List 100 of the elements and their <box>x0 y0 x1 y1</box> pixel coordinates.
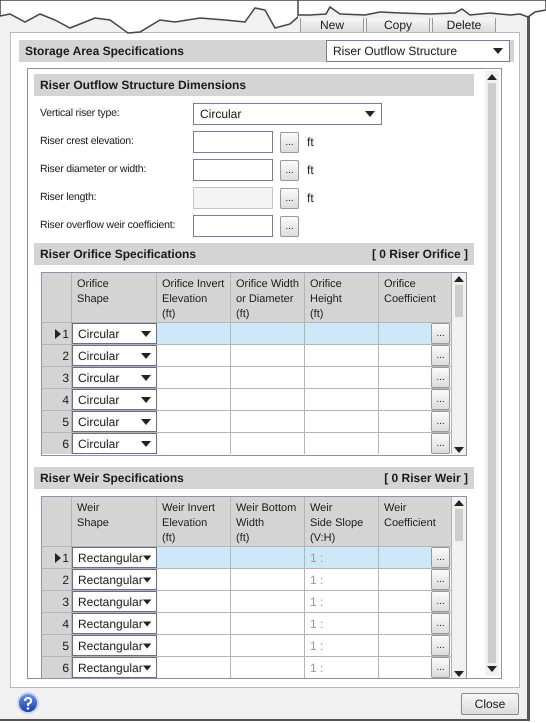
section-title: Riser Weir Specifications <box>40 470 184 487</box>
scrollbar[interactable] <box>452 273 466 455</box>
row-number: 5 <box>62 638 69 654</box>
caret-icon <box>141 440 151 446</box>
scroll-thumb[interactable] <box>455 285 463 317</box>
slope-text: 1 : <box>310 616 324 632</box>
ellipsis-button[interactable]: ... <box>431 367 450 388</box>
ellipsis-button[interactable]: ... <box>431 547 450 568</box>
caret-icon <box>365 111 375 117</box>
slope-text: 1 : <box>310 550 324 566</box>
scroll-up-icon[interactable] <box>454 499 464 507</box>
shape-select[interactable]: Rectangular <box>72 613 157 634</box>
slope-text: 1 : <box>310 572 324 588</box>
input-field[interactable] <box>193 159 273 181</box>
panel-title: Storage Area Specifications <box>25 43 184 60</box>
shape-select[interactable]: Circular <box>72 323 157 344</box>
ellipsis-button[interactable]: ... <box>431 613 450 634</box>
column-header: Weir Side Slope (V:H) <box>305 497 379 546</box>
row-number: 3 <box>62 370 69 386</box>
caret-icon <box>493 48 503 54</box>
row-number: 4 <box>62 392 69 408</box>
ellipsis-button[interactable]: ... <box>280 160 299 180</box>
ellipsis-button[interactable]: ... <box>431 433 450 454</box>
ellipsis-button[interactable]: ... <box>280 132 299 152</box>
unit-label: ft <box>307 134 314 151</box>
ellipsis-button[interactable]: ... <box>431 345 450 366</box>
column-header: Weir Bottom Width (ft) <box>231 497 305 546</box>
caret-icon <box>142 554 151 560</box>
slope-text: 1 : <box>310 594 324 610</box>
row-number: 3 <box>62 594 69 610</box>
input-field[interactable] <box>193 215 273 237</box>
unit-label: ft <box>307 162 314 179</box>
select-value: Rectangular <box>78 616 143 632</box>
shape-select[interactable]: Circular <box>72 367 157 388</box>
table-cell[interactable] <box>305 323 379 344</box>
caret-icon <box>142 620 151 626</box>
table-cell[interactable] <box>157 547 231 568</box>
table-cell[interactable] <box>157 323 231 344</box>
scroll-down-icon[interactable] <box>454 670 464 678</box>
shape-select[interactable]: Rectangular <box>72 591 157 612</box>
scroll-thumb[interactable] <box>488 83 496 663</box>
select-value: Circular <box>200 106 242 123</box>
record-count: [ 0 Riser Weir ] <box>384 470 468 487</box>
scroll-down-icon[interactable] <box>487 665 497 673</box>
toolbar-button[interactable]: Delete <box>432 18 496 33</box>
column-header: Weir Invert Elevation (ft) <box>157 497 231 546</box>
column-header: Orifice Width or Diameter (ft) <box>231 273 305 322</box>
unit-label: ft <box>307 190 314 207</box>
ellipsis-button[interactable]: ... <box>431 411 450 432</box>
row-number: 1 <box>62 326 69 342</box>
scrollbar[interactable] <box>452 497 466 678</box>
shape-select[interactable]: Rectangular <box>72 547 157 568</box>
field-label: Riser length: <box>40 190 98 206</box>
shape-select[interactable]: Rectangular <box>72 657 157 678</box>
caret-icon <box>142 664 151 670</box>
shape-select[interactable]: Circular <box>72 411 157 432</box>
scrollbar[interactable] <box>485 71 499 676</box>
row-number: 2 <box>62 348 69 364</box>
view-select[interactable]: Riser Outflow Structure <box>326 40 510 62</box>
ellipsis-button[interactable]: ... <box>431 323 450 344</box>
scroll-down-icon[interactable] <box>454 446 464 454</box>
scroll-thumb[interactable] <box>455 509 463 541</box>
table-cell[interactable] <box>231 547 305 568</box>
input-field[interactable] <box>193 131 273 153</box>
caret-icon <box>141 330 151 336</box>
field-label: Vertical riser type: <box>40 106 120 122</box>
caret-icon <box>141 418 151 424</box>
shape-select[interactable]: Rectangular <box>72 569 157 590</box>
select-value: Circular <box>78 392 120 408</box>
row-number: 6 <box>62 436 69 452</box>
select-value: Circular <box>78 370 120 386</box>
scroll-up-icon[interactable] <box>454 275 464 283</box>
scroll-up-icon[interactable] <box>487 73 497 81</box>
shape-select[interactable]: Rectangular <box>72 635 157 656</box>
ellipsis-button[interactable]: ... <box>431 569 450 590</box>
shape-select[interactable]: Circular <box>72 389 157 410</box>
select-value: Circular <box>78 414 120 430</box>
shape-select[interactable]: Circular <box>72 345 157 366</box>
ellipsis-button[interactable]: ... <box>431 389 450 410</box>
ellipsis-button[interactable]: ... <box>431 657 450 678</box>
type-select[interactable]: Circular <box>193 103 382 125</box>
section-title: Riser Orifice Specifications <box>40 246 196 263</box>
caret-icon <box>142 598 151 604</box>
toolbar-button[interactable]: Copy <box>366 18 430 33</box>
ellipsis-button[interactable]: ... <box>431 591 450 612</box>
select-value: Circular <box>78 326 120 342</box>
slope-text: 1 : <box>310 660 324 676</box>
shape-select[interactable]: Circular <box>72 433 157 454</box>
toolbar-button[interactable]: New <box>300 18 364 33</box>
select-value: Riser Outflow Structure <box>333 43 458 60</box>
table-cell[interactable] <box>231 323 305 344</box>
row-number: 1 <box>62 550 69 566</box>
field-label: Riser overflow weir coefficient: <box>40 218 176 234</box>
close-button[interactable]: Close <box>461 693 519 715</box>
ellipsis-button[interactable]: ... <box>280 216 299 236</box>
select-value: Circular <box>78 436 120 452</box>
ellipsis-button[interactable]: ... <box>431 635 450 656</box>
caret-icon <box>141 374 151 380</box>
column-header: Orifice Invert Elevation (ft) <box>157 273 231 322</box>
select-value: Rectangular <box>78 660 143 676</box>
